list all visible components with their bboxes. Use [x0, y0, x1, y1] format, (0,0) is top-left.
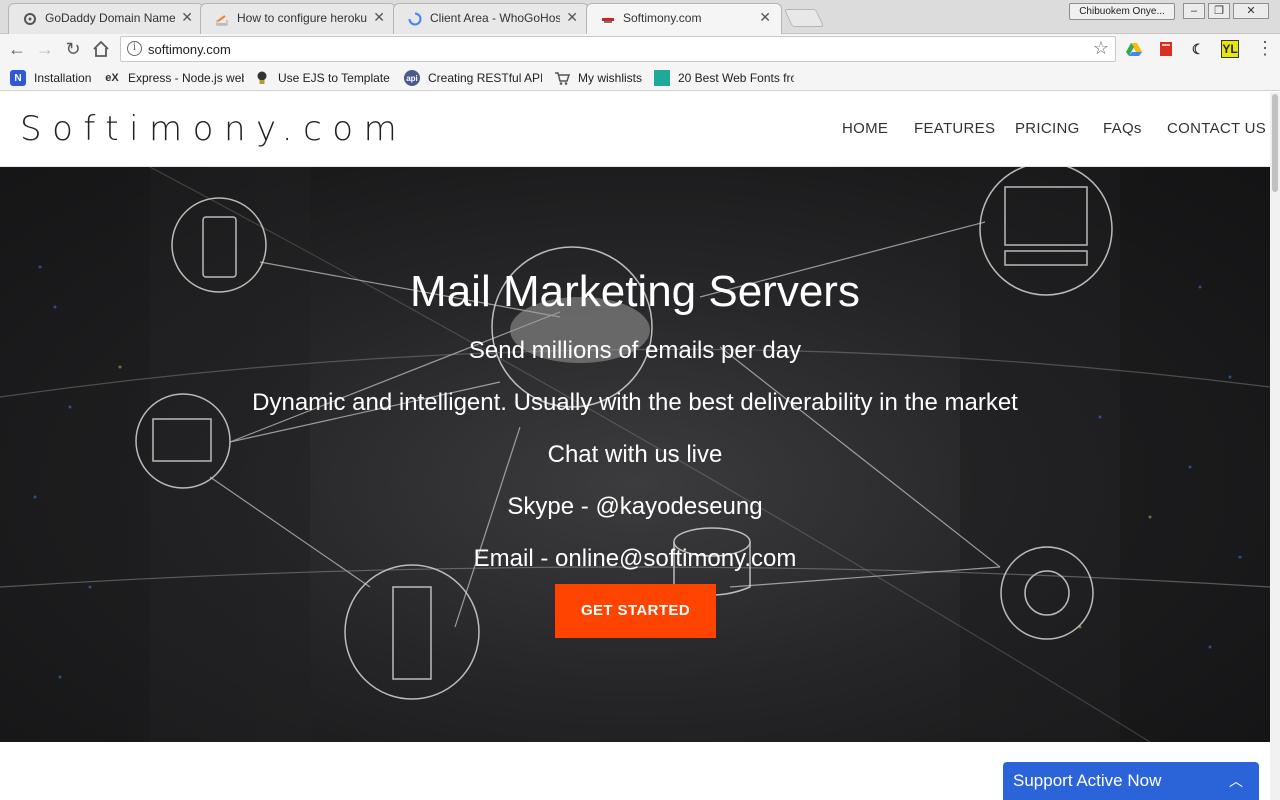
- page-viewport: Softimony.com HOME FEATURES PRICING FAQs…: [0, 92, 1270, 800]
- tab-title: Softimony.com: [623, 11, 702, 25]
- cart-icon: [554, 70, 570, 86]
- close-icon[interactable]: ✕: [181, 9, 193, 26]
- nav-home[interactable]: HOME: [842, 120, 888, 137]
- url-text[interactable]: softimony.com: [148, 42, 231, 57]
- bookmark-label: Creating RESTful APIs: [428, 71, 542, 85]
- bookmark-label: Installation: [34, 71, 92, 85]
- bookmark-express[interactable]: eX Express - Node.js web: [104, 69, 244, 87]
- hero-section: Mail Marketing Servers Send millions of …: [0, 167, 1270, 742]
- scrollbar-thumb[interactable]: [1272, 94, 1278, 192]
- info-icon[interactable]: i: [127, 41, 142, 56]
- site-header: Softimony.com HOME FEATURES PRICING FAQs…: [0, 92, 1270, 167]
- back-button[interactable]: ←: [6, 38, 28, 60]
- bookmark-star-icon[interactable]: ☆: [1093, 38, 1109, 59]
- hero-title: Mail Marketing Servers: [410, 267, 860, 316]
- square-icon: [654, 70, 670, 86]
- yellow-extension-icon[interactable]: YL: [1221, 40, 1239, 58]
- tab-softimony[interactable]: Softimony.com ✕: [586, 3, 782, 34]
- hero-email-line: Email - online@softimony.com: [473, 545, 797, 572]
- close-icon[interactable]: ✕: [373, 9, 385, 26]
- support-label: Support Active Now: [1013, 771, 1162, 790]
- bookmark-ejs[interactable]: Use EJS to Template Y: [254, 69, 390, 87]
- bookmark-restful[interactable]: api Creating RESTful APIs: [404, 69, 542, 87]
- home-icon: [93, 40, 109, 57]
- maximize-button[interactable]: ❐: [1208, 3, 1230, 19]
- express-icon: eX: [105, 72, 119, 84]
- stackoverflow-icon: [215, 12, 229, 26]
- page-scrollbar[interactable]: [1270, 92, 1280, 800]
- nav-contact-us[interactable]: CONTACT US: [1167, 120, 1266, 137]
- lightbulb-icon: [254, 70, 270, 86]
- tab-heroku[interactable]: How to configure heroku ✕: [200, 3, 396, 34]
- nav-faqs[interactable]: FAQs: [1103, 120, 1142, 137]
- close-window-button[interactable]: ✕: [1233, 3, 1269, 19]
- godaddy-icon: [23, 12, 37, 26]
- tab-title: How to configure heroku: [237, 11, 367, 25]
- tab-godaddy[interactable]: GoDaddy Domain Name ✕: [8, 3, 204, 34]
- chrome-menu-icon[interactable]: ⋮: [1256, 39, 1274, 58]
- tab-title: Client Area - WhoGoHost: [430, 11, 560, 25]
- softimony-icon: [601, 12, 615, 26]
- reload-button[interactable]: ↻: [62, 38, 84, 60]
- support-chat-widget[interactable]: Support Active Now ︿: [1003, 762, 1259, 800]
- bookmark-label: My wishlists: [578, 71, 643, 85]
- bookmark-extension-icon[interactable]: [1157, 40, 1175, 58]
- tab-title: GoDaddy Domain Name: [45, 11, 175, 25]
- n-icon: N: [10, 70, 26, 86]
- bookmark-label: Express - Node.js web: [128, 71, 244, 85]
- get-started-button[interactable]: GET STARTED: [555, 584, 716, 638]
- bookmark-label: 20 Best Web Fonts fro: [678, 71, 794, 85]
- loading-icon: [408, 12, 422, 26]
- forward-button[interactable]: →: [34, 38, 56, 60]
- bookmark-installation[interactable]: N Installation: [10, 69, 100, 87]
- api-icon: api: [404, 70, 420, 86]
- profile-button[interactable]: Chibuokem Onye...: [1069, 3, 1175, 20]
- browser-toolbar: ← → ↻ i softimony.com ☆ ☾ YL ⋮: [0, 34, 1280, 64]
- google-drive-icon[interactable]: [1125, 40, 1143, 58]
- close-icon[interactable]: ✕: [566, 9, 578, 26]
- hero-skype-line: Skype - @kayodeseung: [507, 493, 763, 520]
- bookmark-wishlists[interactable]: My wishlists: [554, 69, 646, 87]
- minimize-button[interactable]: –: [1183, 3, 1205, 19]
- tab-strip: GoDaddy Domain Name ✕ How to configure h…: [0, 0, 1280, 34]
- dark-mode-icon[interactable]: ☾: [1189, 40, 1207, 58]
- new-tab-button[interactable]: [783, 9, 825, 27]
- hero-description: Dynamic and intelligent. Usually with th…: [252, 389, 1018, 416]
- hero-chat-line: Chat with us live: [547, 441, 723, 468]
- bookmarks-bar: N Installation eX Express - Node.js web …: [0, 64, 1280, 91]
- home-button[interactable]: [90, 38, 112, 60]
- address-bar[interactable]: i softimony.com ☆: [120, 36, 1116, 62]
- nav-pricing[interactable]: PRICING: [1015, 120, 1080, 137]
- chevron-up-icon[interactable]: ︿: [1229, 771, 1243, 791]
- bookmark-label: Use EJS to Template Y: [278, 71, 390, 85]
- hero-subtitle: Send millions of emails per day: [468, 337, 802, 364]
- close-icon[interactable]: ✕: [759, 9, 771, 26]
- tab-whogohost[interactable]: Client Area - WhoGoHost ✕: [393, 3, 589, 34]
- nav-features[interactable]: FEATURES: [914, 120, 995, 137]
- site-logo[interactable]: Softimony.com: [20, 109, 407, 149]
- bookmark-webfonts[interactable]: 20 Best Web Fonts fro: [654, 69, 794, 87]
